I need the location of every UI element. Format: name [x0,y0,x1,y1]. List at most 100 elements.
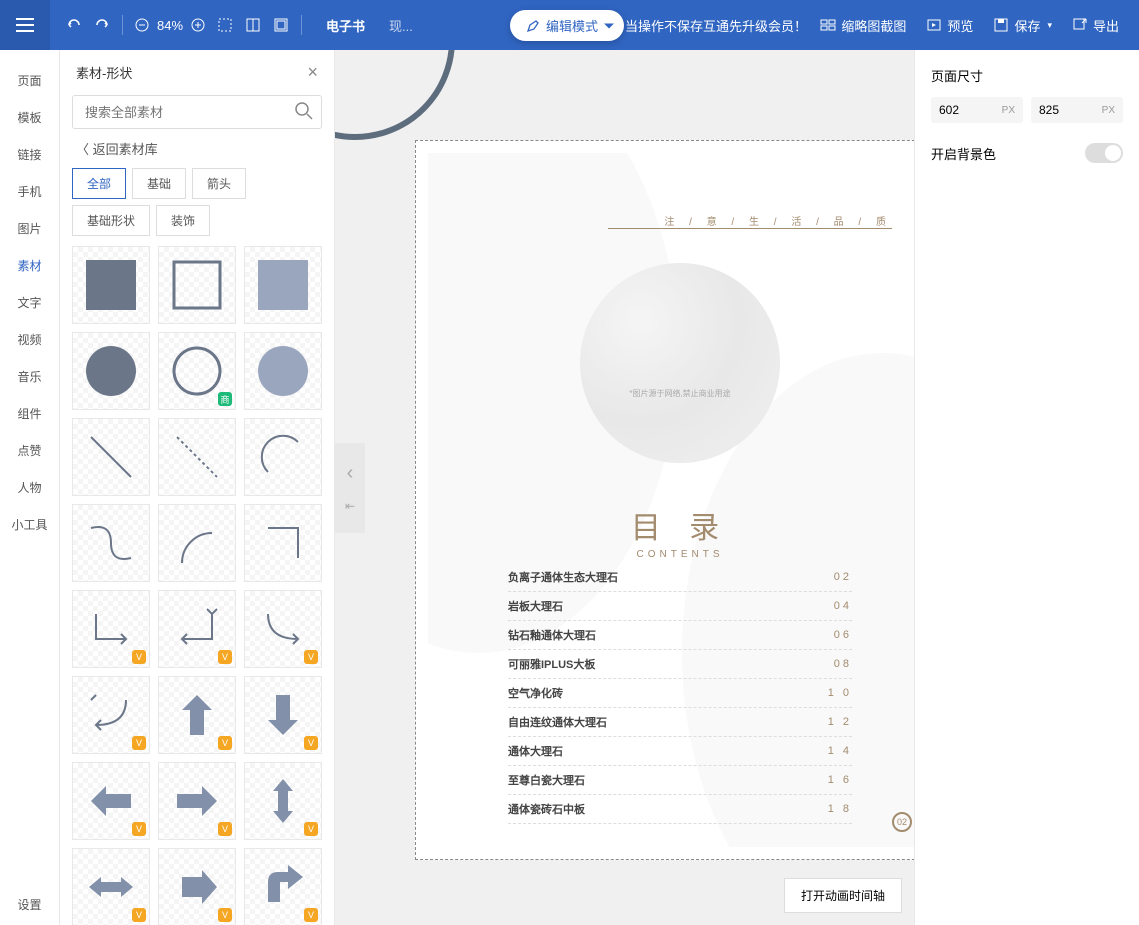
open-timeline-button[interactable]: 打开动画时间轴 [784,878,902,913]
upgrade-banner[interactable]: 当操作不保存互通先升级会员！ [625,16,807,35]
tab-decoration[interactable]: 装饰 [156,205,210,236]
toc-row: 负离子通体生态大理石02 [508,563,852,592]
shape-line-diagonal[interactable] [72,418,150,496]
shape-curve-s[interactable] [72,504,150,582]
export-button[interactable]: 导出 [1072,16,1119,35]
back-to-library[interactable]: 〈 返回素材库 [60,139,334,168]
tab-arrow[interactable]: 箭头 [192,168,246,199]
shape-square-outline[interactable] [158,246,236,324]
badge-vip: V [304,736,318,750]
shape-curve-arrow2[interactable]: V [72,676,150,754]
badge-vip: V [132,908,146,922]
sidebar-item-widget[interactable]: 小工具 [0,506,59,543]
edit-mode-pill[interactable]: 编辑模式 [510,10,624,41]
sidebar-item-template[interactable]: 模板 [0,99,59,136]
sidebar-item-text[interactable]: 文字 [0,284,59,321]
zoom-level: 84% [157,18,183,33]
height-input[interactable] [1039,103,1089,117]
fit-button[interactable] [217,17,233,33]
toc-row: 通体瓷砖石中板1 8 [508,795,852,824]
shape-circle-light[interactable] [244,332,322,410]
shape-quarter-circle[interactable] [158,504,236,582]
badge-vip: V [132,650,146,664]
shape-square-light[interactable] [244,246,322,324]
tab-basic[interactable]: 基础 [132,168,186,199]
layout2-button[interactable] [273,17,289,33]
canvas-page[interactable]: 注 / 意 / 生 / 活 / 品 / 质 *图片源于网络,禁止商业用途 目 录… [415,140,914,860]
page-size-label: 页面尺寸 [931,66,1123,85]
edit-icon [526,19,540,33]
top-toolbar: 84% 电子书 现... 编辑模式 当操作不保存互通先升级会员！ 缩略图截图 预… [0,0,1139,50]
shape-elbow-right[interactable]: V [72,590,150,668]
shape-corner[interactable] [244,504,322,582]
redo-button[interactable] [94,17,110,33]
page-number: 02 [892,812,912,832]
shape-arrow-leftright[interactable]: V [72,848,150,925]
shape-curve-arrow[interactable]: V [244,590,322,668]
shape-arrow-right[interactable]: V [158,762,236,840]
zoom-out-button[interactable] [135,18,149,32]
search-icon[interactable] [294,101,314,121]
badge-vip: V [218,908,232,922]
shape-arrow-up[interactable]: V [158,676,236,754]
shape-arrow-block[interactable]: V [158,848,236,925]
badge-vip: V [132,736,146,750]
sidebar-settings[interactable]: 设置 [17,884,41,925]
shape-arc[interactable] [244,418,322,496]
shape-arrow-down[interactable]: V [244,676,322,754]
tab-all[interactable]: 全部 [72,168,126,199]
selected-circle-element[interactable] [335,50,455,140]
sidebar-item-mobile[interactable]: 手机 [0,173,59,210]
badge-vip: V [218,736,232,750]
left-sidebar: 页面 模板 链接 手机 图片 素材 文字 视频 音乐 组件 点赞 人物 小工具 … [0,50,60,925]
badge-vip: V [218,822,232,836]
search-input[interactable] [72,95,322,129]
sidebar-item-image[interactable]: 图片 [0,210,59,247]
toc-row: 空气净化砖1 0 [508,679,852,708]
bg-color-label: 开启背景色 [931,144,996,163]
sidebar-item-music[interactable]: 音乐 [0,358,59,395]
shape-circle-outline[interactable]: 商 [158,332,236,410]
bg-color-toggle[interactable] [1085,143,1123,163]
sidebar-item-video[interactable]: 视频 [0,321,59,358]
badge-vip: V [304,650,318,664]
mode-other[interactable]: 现... [389,16,413,35]
layout1-button[interactable] [245,17,261,33]
marble-circle: *图片源于网络,禁止商业用途 [580,263,780,463]
toc-row: 自由连纹通体大理石1 2 [508,708,852,737]
zoom-in-button[interactable] [191,18,205,32]
shape-line-dashed[interactable] [158,418,236,496]
tab-basic-shapes[interactable]: 基础形状 [72,205,150,236]
shapes-panel: 素材-形状 × 〈 返回素材库 全部 基础 箭头 基础形状 装饰 商 [60,50,335,925]
toc-row: 可丽雅IPLUS大板08 [508,650,852,679]
thumbnail-button[interactable]: 缩略图截图 [820,16,906,35]
menu-button[interactable] [0,0,50,50]
sidebar-item-component[interactable]: 组件 [0,395,59,432]
undo-button[interactable] [66,17,82,33]
contents-heading: 目 录 [631,503,729,547]
sidebar-item-like[interactable]: 点赞 [0,432,59,469]
marble-note: *图片源于网络,禁止商业用途 [629,388,730,399]
shape-square-solid[interactable] [72,246,150,324]
toc-row: 至尊白瓷大理石1 6 [508,766,852,795]
prev-page-button[interactable]: ‹⇤ [335,443,365,533]
badge-vip: V [218,650,232,664]
preview-button[interactable]: 预览 [926,16,973,35]
width-input[interactable] [939,103,989,117]
contents-subheading: CONTENTS [631,549,729,560]
save-button[interactable]: 保存 [993,16,1052,35]
sidebar-item-person[interactable]: 人物 [0,469,59,506]
sidebar-item-material[interactable]: 素材 [0,247,59,284]
sidebar-item-page[interactable]: 页面 [0,62,59,99]
shape-arrow-turn[interactable]: V [244,848,322,925]
shape-arrow-updown[interactable]: V [244,762,322,840]
mode-ebook[interactable]: 电子书 [314,12,377,39]
shape-circle-solid[interactable] [72,332,150,410]
toc-row: 岩板大理石04 [508,592,852,621]
badge-vip: V [132,822,146,836]
shape-elbow-left[interactable]: V [158,590,236,668]
shape-arrow-left[interactable]: V [72,762,150,840]
sidebar-item-link[interactable]: 链接 [0,136,59,173]
panel-close-button[interactable]: × [307,62,318,83]
panel-title: 素材-形状 [76,63,132,82]
